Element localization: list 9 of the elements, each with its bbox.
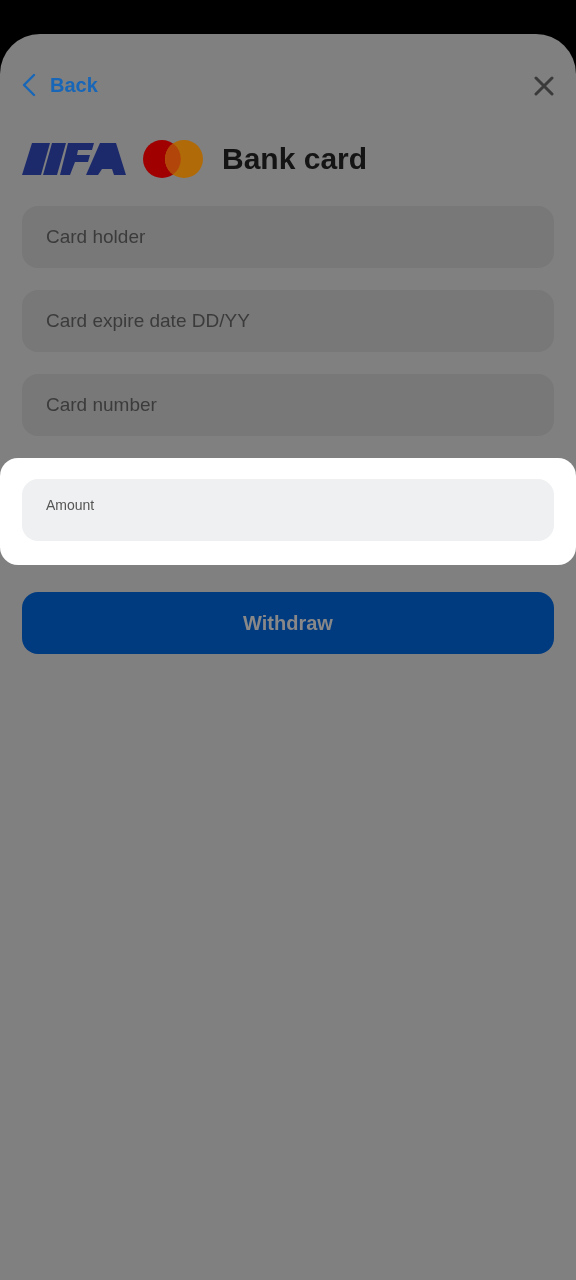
input-field[interactable]: Card holder: [22, 206, 554, 268]
page-title: Bank card: [222, 141, 368, 177]
input-field[interactable]: Card number: [22, 374, 554, 436]
input-field[interactable]: Card expire date DD/YY: [22, 290, 554, 352]
withdraw-button[interactable]: Withdraw: [22, 592, 554, 654]
mastercard-logo-icon: [142, 139, 204, 179]
card-logo-icon: [22, 142, 126, 176]
amount-field[interactable]: Amount: [22, 479, 554, 541]
chevron-left-icon: [22, 73, 36, 97]
